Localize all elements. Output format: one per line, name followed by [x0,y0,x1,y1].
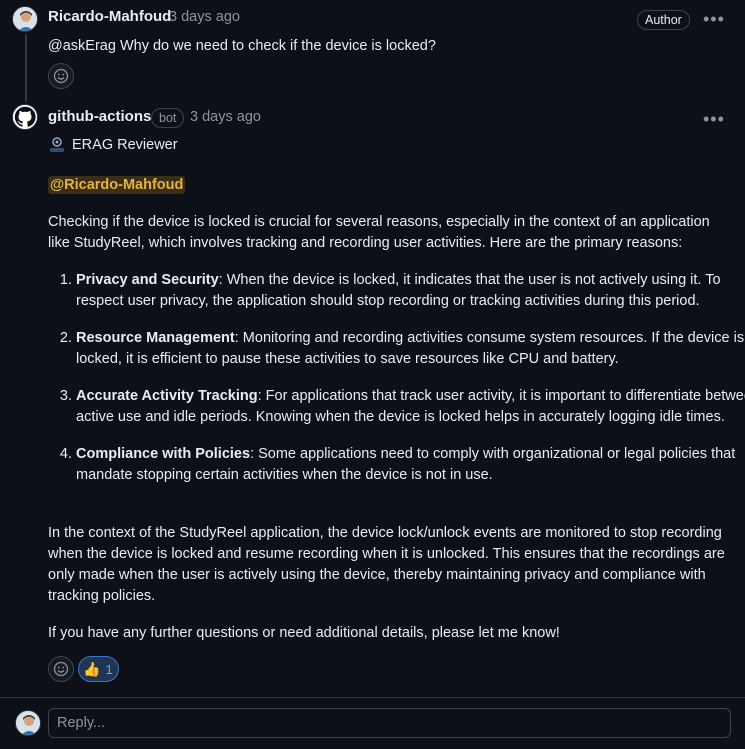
kebab-horizontal-icon[interactable]: ••• [703,10,725,28]
list-item: Accurate Activity Tracking: For applicat… [76,386,745,428]
comment-timestamp[interactable]: 3 days ago [169,9,240,25]
discussion-thread: Ricardo-Mahfoud 3 days ago Author ••• @a… [0,0,745,749]
reasons-list: Privacy and Security: When the device is… [48,270,745,502]
comment-author[interactable]: github-actions [48,108,151,125]
reason-title: Resource Management [76,330,235,346]
comment-timestamp[interactable]: 3 days ago [190,109,261,125]
reason-title: Compliance with Policies [76,446,251,462]
user-mention-link[interactable]: @Ricardo-Mahfoud [48,176,186,194]
comment-body: @askErag Why do we need to check if the … [48,38,436,54]
github-logo-icon[interactable] [12,104,38,130]
avatar[interactable] [12,6,38,32]
author-badge: Author [637,10,690,30]
reaction-count: 1 [105,661,113,677]
kebab-horizontal-icon[interactable]: ••• [703,110,725,128]
list-item: Privacy and Security: When the device is… [76,270,745,312]
list-item: Resource Management: Monitoring and reco… [76,328,745,370]
comment-closing: If you have any further questions or nee… [48,625,560,641]
erag-logo-icon [50,137,64,152]
comment-intro: Checking if the device is locked is cruc… [48,214,710,251]
reason-title: Privacy and Security [76,272,219,288]
comment-conclusion: In the context of the StudyReel applicat… [48,525,725,604]
divider [0,697,745,698]
thumbs-up-reaction-button[interactable]: 👍 1 [78,656,119,682]
reason-title: Accurate Activity Tracking [76,388,258,404]
avatar [15,710,41,736]
thumbs-up-icon: 👍 [83,660,101,677]
comment-author[interactable]: Ricardo-Mahfoud [48,8,171,25]
smiley-icon [53,661,69,677]
add-reaction-button[interactable] [48,63,74,89]
bot-badge: bot [151,108,185,128]
reviewer-label: ERAG Reviewer [72,137,178,153]
list-item: Compliance with Policies: Some applicati… [76,444,745,486]
thread-connector [25,34,27,102]
reviewer-header: ERAG Reviewer [48,136,178,154]
smiley-icon [53,68,69,84]
add-reaction-button[interactable] [48,656,74,682]
reply-input[interactable]: Reply... [48,708,731,738]
